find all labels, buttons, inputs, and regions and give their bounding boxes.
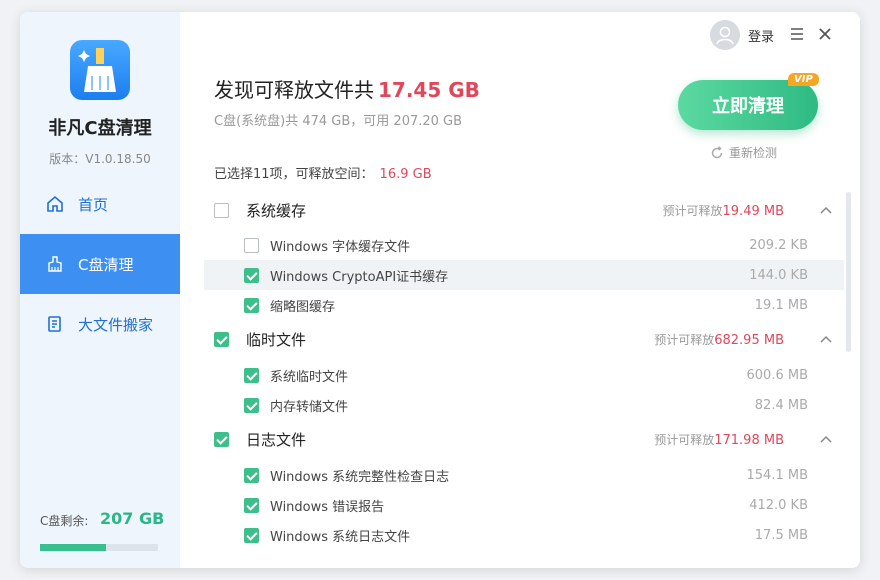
item-row[interactable]: Windows CryptoAPI证书缓存 144.0 KB — [204, 260, 844, 290]
category-checkbox[interactable] — [214, 202, 229, 218]
vip-badge: VIP — [788, 73, 819, 86]
item-size: 19.1 MB — [754, 297, 808, 313]
selected-summary: 已选择11项，可释放空间： 16.9 GB — [214, 163, 432, 182]
category-row[interactable]: 日志文件 预计可释放171.98 MB — [204, 424, 844, 454]
list-scrollbar[interactable] — [846, 192, 851, 352]
nav-item-big-file-move[interactable]: 大文件搬家 — [20, 294, 180, 354]
found-size: 17.45 GB — [378, 78, 480, 102]
item-checkbox[interactable] — [244, 297, 259, 313]
app-version: 版本：V1.0.18.50 — [49, 152, 151, 166]
avatar[interactable] — [710, 20, 740, 50]
item-name: Windows 系统日志文件 — [270, 529, 411, 545]
item-name: Windows 错误报告 — [270, 499, 385, 515]
app-logo — [70, 40, 130, 100]
item-size: 144.0 KB — [749, 267, 808, 283]
item-checkbox[interactable] — [244, 367, 259, 383]
document-icon — [48, 316, 61, 332]
item-size: 17.5 MB — [754, 527, 808, 543]
estimate-size: 19.49 MB — [722, 203, 784, 219]
estimate-prefix: 预计可释放 — [662, 203, 723, 218]
app-name: 非凡C盘清理 — [48, 118, 152, 139]
broom-icon — [48, 256, 62, 272]
chevron-up-icon[interactable] — [820, 335, 832, 343]
item-name: 缩略图缓存 — [270, 299, 336, 315]
item-size: 154.1 MB — [746, 467, 808, 483]
estimate-size: 682.95 MB — [714, 332, 784, 348]
app-window: 非凡C盘清理 版本：V1.0.18.50 首页 C盘清理 大文件搬家 C盘剩余:… — [20, 12, 860, 568]
nav-label-home: 首页 — [78, 195, 109, 214]
disk-usage-bar — [40, 544, 158, 551]
estimate-prefix: 预计可释放 — [654, 332, 715, 347]
found-summary: 发现可释放文件共 17.45 GB — [214, 74, 480, 103]
item-name: 内存转储文件 — [270, 399, 349, 415]
item-row[interactable]: 系统临时文件 600.6 MB — [204, 360, 844, 390]
refresh-icon — [711, 145, 723, 158]
item-size: 209.2 KB — [749, 237, 808, 253]
item-checkbox[interactable] — [244, 467, 259, 483]
disk-info: C盘(系统盘)共 474 GB，可用 207.20 GB — [214, 114, 463, 129]
item-checkbox[interactable] — [244, 237, 259, 253]
estimate-prefix: 预计可释放 — [654, 432, 715, 447]
nav-label-big-file-move: 大文件搬家 — [78, 315, 154, 334]
category-estimate: 预计可释放19.49 MB — [663, 202, 785, 219]
item-name: Windows 系统完整性检查日志 — [270, 469, 450, 485]
item-checkbox[interactable] — [244, 527, 259, 543]
user-icon — [716, 26, 734, 45]
clean-now-button[interactable]: 立即清理 — [678, 80, 818, 130]
item-row[interactable]: Windows 系统完整性检查日志 154.1 MB — [204, 460, 844, 490]
category-name: 临时文件 — [246, 330, 307, 349]
item-checkbox[interactable] — [244, 497, 259, 513]
item-name: Windows CryptoAPI证书缓存 — [270, 269, 449, 285]
item-size: 600.6 MB — [746, 367, 808, 383]
found-prefix: 发现可释放文件共 — [214, 78, 374, 102]
disk-usage-fill — [40, 544, 107, 551]
sidebar: 非凡C盘清理 版本：V1.0.18.50 首页 C盘清理 大文件搬家 C盘剩余:… — [20, 12, 180, 568]
nav-label-c-clean: C盘清理 — [78, 255, 134, 274]
disk-remaining-label: C盘剩余: — [40, 514, 89, 528]
close-icon[interactable] — [818, 27, 832, 41]
item-row[interactable]: Windows 错误报告 412.0 KB — [204, 490, 844, 520]
category-checkbox[interactable] — [214, 331, 229, 347]
item-row[interactable]: Windows 字体缓存文件 209.2 KB — [204, 230, 844, 260]
recheck-button[interactable]: 重新检测 — [710, 144, 777, 161]
chevron-up-icon[interactable] — [820, 206, 832, 214]
nav-item-home[interactable]: 首页 — [20, 174, 180, 234]
category-estimate: 预计可释放171.98 MB — [654, 431, 784, 448]
menu-icon[interactable] — [790, 28, 804, 40]
login-link[interactable]: 登录 — [748, 26, 774, 45]
selected-prefix: 已选择11项，可释放空间： — [214, 167, 374, 182]
estimate-size: 171.98 MB — [714, 432, 784, 448]
chevron-up-icon[interactable] — [820, 435, 832, 443]
nav-item-c-clean[interactable]: C盘清理 — [20, 234, 180, 294]
item-name: Windows 字体缓存文件 — [270, 239, 411, 255]
category-estimate: 预计可释放682.95 MB — [654, 331, 784, 348]
item-row[interactable]: Windows 系统日志文件 17.5 MB — [204, 520, 844, 550]
item-checkbox[interactable] — [244, 267, 259, 283]
category-checkbox[interactable] — [214, 431, 229, 447]
disk-remaining-value: 207 GB — [100, 509, 165, 528]
category-row[interactable]: 临时文件 预计可释放682.95 MB — [204, 324, 844, 354]
category-row[interactable]: 系统缓存 预计可释放19.49 MB — [204, 195, 844, 225]
item-name: 系统临时文件 — [270, 369, 349, 385]
item-row[interactable]: 内存转储文件 82.4 MB — [204, 390, 844, 420]
recheck-label: 重新检测 — [729, 146, 778, 160]
item-checkbox[interactable] — [244, 397, 259, 413]
category-name: 日志文件 — [246, 430, 307, 449]
item-size: 82.4 MB — [754, 397, 808, 413]
item-size: 412.0 KB — [749, 497, 808, 513]
item-row[interactable]: 缩略图缓存 19.1 MB — [204, 290, 844, 320]
category-name: 系统缓存 — [246, 201, 307, 220]
home-icon — [47, 195, 63, 212]
selected-size: 16.9 GB — [379, 167, 432, 182]
